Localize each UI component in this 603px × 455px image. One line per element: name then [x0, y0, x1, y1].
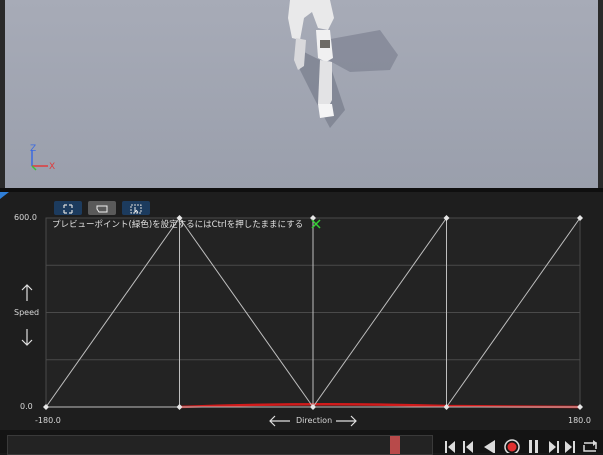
step-forward-icon: [549, 441, 559, 453]
preview-hint: プレビューポイント(緑色)を設定するにはCtrlを押したままにする: [52, 220, 304, 230]
viewport-scene: Z X: [0, 0, 603, 188]
up-arrow-icon: [21, 284, 33, 301]
skip-start-icon: [445, 441, 455, 453]
x-axis-min-label: -180.0: [35, 416, 61, 425]
skip-end-icon: [565, 441, 575, 453]
down-arrow-icon: [21, 329, 33, 346]
timeline-track[interactable]: [7, 435, 433, 455]
timeline-bar[interactable]: [0, 430, 603, 455]
left-arrow-icon: [269, 415, 290, 427]
record-icon: [504, 439, 520, 453]
y-axis-min-label: 0.0: [20, 402, 33, 411]
y-axis-label: Speed: [14, 308, 40, 317]
timeline-scrubber[interactable]: [390, 436, 400, 454]
axis-x-label: X: [49, 162, 55, 172]
y-axis-max-label: 600.0: [14, 213, 37, 222]
right-arrow-icon: [336, 415, 357, 427]
preview-viewport[interactable]: Z X: [0, 0, 603, 188]
playback-controls[interactable]: [438, 430, 603, 453]
pause-icon: [529, 440, 538, 453]
x-axis-label: Direction: [296, 416, 333, 425]
loop-icon: [583, 440, 597, 452]
axis-z-label: Z: [30, 144, 36, 154]
x-axis-max-label: 180.0: [568, 416, 591, 425]
play-reverse-icon: [484, 440, 495, 453]
step-back-icon: [463, 441, 473, 453]
